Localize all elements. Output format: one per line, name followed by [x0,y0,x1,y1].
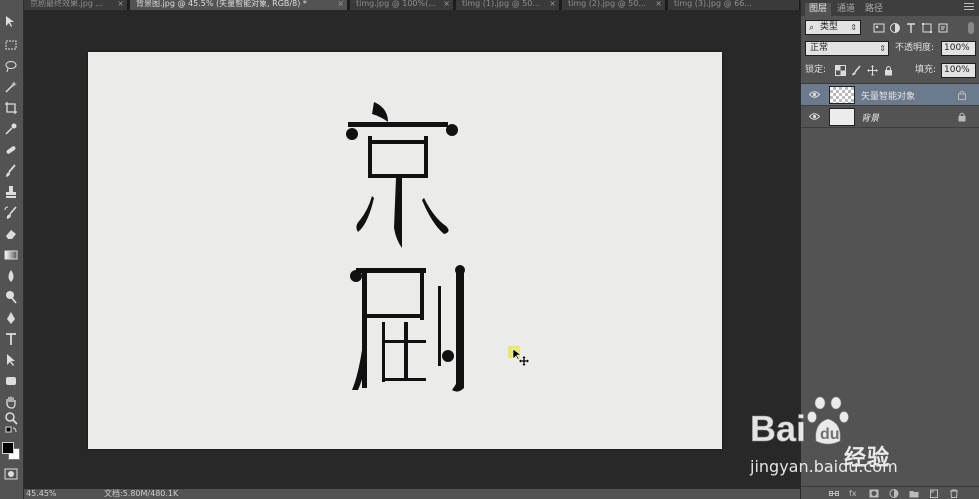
layer-name[interactable]: 矢量智能对象 [861,89,915,102]
kind-filter-value: 类型 [820,22,839,32]
document-tab[interactable]: timg.jpg @ 100%(... × [350,0,454,10]
jingju-calligraphy-artwork [346,102,465,392]
svg-text:Bai: Bai [750,408,806,449]
document-tabbar: 京剧最终效果.jpg ... × 背景图.jpg @ 45.5% (矢量智能对象,… [24,0,800,10]
crop-tool-icon[interactable] [2,100,20,116]
visibility-eye-icon[interactable] [809,112,820,121]
status-bar: 45.45% 文档:5.80M/480.1K [24,489,800,499]
lock-icon [958,90,966,100]
kind-filter-select[interactable]: ⌕ 类型 ⇕ [805,20,861,35]
opacity-label: 不透明度: [895,43,935,53]
document-tab[interactable]: timg (2).jpg @ 50... × [562,0,666,10]
fill-label: 填充: [915,65,937,75]
brush-tool-icon[interactable] [2,163,20,179]
shape-filter-icon[interactable] [921,22,933,34]
tab-label: 京剧最终效果.jpg ... [30,0,104,8]
blend-mode-select[interactable]: 正常 ⇕ [805,41,889,56]
lock-label: 锁定: [805,65,827,75]
tab-label: timg (3).jpg @ 66... [674,0,752,8]
dodge-tool-icon[interactable] [2,289,20,305]
svg-text:du: du [820,426,840,443]
blend-mode-value: 正常 [810,43,829,53]
tab-label: timg (1).jpg @ 50... [462,0,540,8]
tab-paths[interactable]: 路径 [861,3,887,16]
eyedropper-tool-icon[interactable] [2,121,20,137]
tab-channels[interactable]: 通道 [833,3,859,16]
healing-brush-tool-icon[interactable] [2,142,20,158]
move-tool-icon[interactable] [2,14,20,30]
tab-label: 背景图.jpg @ 45.5% (矢量智能对象, RGB/8) * [136,0,307,8]
document-tab-active[interactable]: 背景图.jpg @ 45.5% (矢量智能对象, RGB/8) * × [130,0,348,10]
blur-tool-icon[interactable] [2,268,20,284]
panel-tabs: 图层 通道 路径 [801,0,979,16]
lasso-tool-icon[interactable] [2,58,20,74]
lock-position-icon[interactable] [867,65,878,76]
quick-mask-icon[interactable] [2,466,20,482]
document-size-info: 文档:5.80M/480.1K [104,489,179,498]
marquee-tool-icon[interactable] [2,37,20,53]
updown-arrow-icon: ⇕ [850,23,857,32]
type-filter-icon[interactable] [905,22,917,34]
reset-colors-icon[interactable] [2,424,20,440]
zoom-level[interactable]: 45.45% [26,489,57,499]
updown-arrow-icon: ⇕ [879,44,886,53]
adjustment-filter-icon[interactable] [889,22,901,34]
tab-label: timg.jpg @ 100%(... [356,0,436,8]
magic-wand-tool-icon[interactable] [2,79,20,95]
panel-menu-icon[interactable] [964,3,974,12]
clone-stamp-tool-icon[interactable] [2,184,20,200]
document-tab[interactable]: timg (3).jpg @ 66... [668,0,800,10]
layer-thumbnail [829,108,855,126]
fill-input[interactable]: 100% [941,63,976,78]
lock-icon [958,112,966,122]
workspace [24,10,800,489]
layer-filter-row: ⌕ 类型 ⇕ [805,20,976,36]
smart-object-filter-icon[interactable] [937,22,949,34]
pixel-filter-icon[interactable] [873,22,885,34]
close-icon[interactable]: × [337,0,344,8]
eraser-tool-icon[interactable] [2,226,20,242]
photoshop-window: 京剧最终效果.jpg ... × 背景图.jpg @ 45.5% (矢量智能对象,… [0,0,979,499]
layer-row-background[interactable]: 背景 [801,106,979,128]
rectangle-tool-icon[interactable] [2,373,20,389]
move-cursor-icon [512,348,529,366]
close-icon[interactable]: × [655,0,662,8]
document-tab[interactable]: timg (1).jpg @ 50... × [456,0,560,10]
foreground-color-swatch[interactable] [2,442,14,454]
close-icon[interactable]: × [443,0,450,8]
fill-value: 100% [944,65,970,75]
tab-layers[interactable]: 图层 [805,3,832,16]
history-brush-tool-icon[interactable] [2,205,20,221]
path-selection-tool-icon[interactable] [2,352,20,368]
close-icon[interactable]: × [117,0,124,8]
tab-label: timg (2).jpg @ 50... [568,0,646,8]
baidu-logo: Bai du [750,396,849,449]
lock-transparent-pixels-icon[interactable] [835,65,846,76]
filter-toggle-switch[interactable] [968,22,974,34]
close-icon[interactable]: × [549,0,556,8]
opacity-input[interactable]: 100% [941,41,976,56]
document-canvas[interactable] [88,52,722,449]
layer-row-vector-smart-object[interactable]: 矢量智能对象 [801,84,979,106]
lock-fill-row: 锁定: 填充: 100% [805,63,976,79]
lock-image-pixels-icon[interactable] [851,65,862,76]
layer-thumbnail [829,86,855,104]
document-tab[interactable]: 京剧最终效果.jpg ... × [24,0,128,10]
watermark-url: jingyan.baidu.com [750,457,898,476]
type-tool-icon[interactable] [2,331,20,347]
visibility-eye-icon[interactable] [809,90,820,99]
search-icon: ⌕ [809,23,815,33]
blend-opacity-row: 正常 ⇕ 不透明度: 100% [805,41,976,57]
pen-tool-icon[interactable] [2,310,20,326]
hand-tool-icon[interactable] [2,394,20,410]
tools-panel [0,0,24,499]
layer-name[interactable]: 背景 [861,111,879,124]
opacity-value: 100% [944,43,970,53]
baidu-jingyan-watermark: Bai du 经验 jingyan.baidu.com [746,393,976,499]
gradient-tool-icon[interactable] [2,247,20,263]
lock-all-icon[interactable] [883,65,894,76]
